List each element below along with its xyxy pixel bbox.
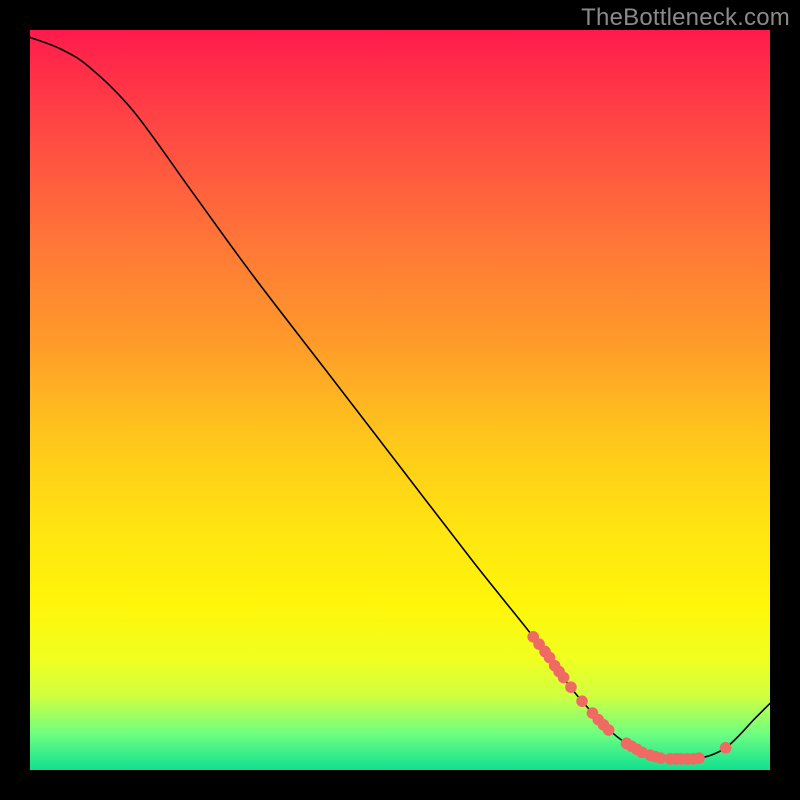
- curve-marker: [565, 681, 577, 693]
- chart-stage: TheBottleneck.com: [0, 0, 800, 800]
- curve-marker: [720, 742, 732, 754]
- curve-markers: [527, 631, 731, 765]
- plot-area: [30, 30, 770, 770]
- curve-marker: [558, 672, 570, 684]
- curve-marker: [603, 724, 615, 736]
- curve-marker: [693, 752, 705, 764]
- plot-svg: [30, 30, 770, 770]
- curve-marker: [576, 695, 588, 707]
- watermark-text: TheBottleneck.com: [581, 4, 790, 32]
- bottleneck-curve: [30, 37, 770, 760]
